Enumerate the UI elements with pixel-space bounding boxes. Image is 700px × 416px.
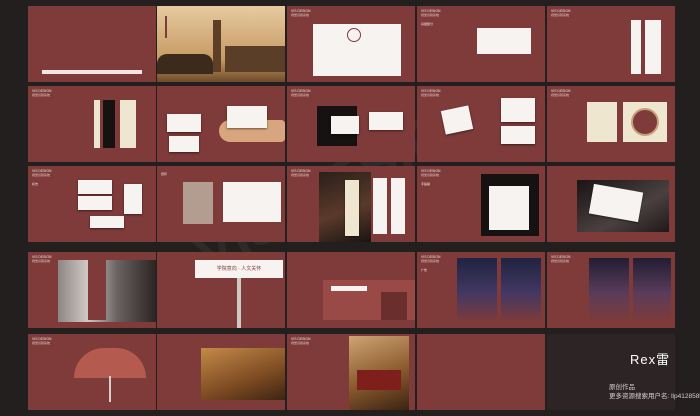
- board-cd-package: VIS DESIGN 视觉识别系统: [547, 86, 675, 162]
- cd-sleeve: [587, 102, 617, 142]
- board-code: VIS DESIGN 视觉识别系统: [291, 9, 311, 17]
- board-banners: VIS DESIGN 视觉识别系统: [287, 166, 415, 242]
- board-logo-grid: VIS DESIGN 视觉识别系统 基础部分: [417, 6, 545, 82]
- tower-image: [213, 20, 221, 72]
- board-code: VIS DESIGN 视觉识别系统: [551, 89, 571, 97]
- ticket: [124, 184, 142, 214]
- business-card: [227, 106, 267, 128]
- board-ads-2: VIS DESIGN 视觉识别系统: [547, 252, 675, 328]
- ticket: [90, 216, 124, 228]
- cover-title-text: [165, 16, 167, 38]
- board-cover: [28, 6, 156, 82]
- board-billboard: 学院意向 · 人文关怀: [157, 252, 285, 328]
- gift-box-inner: [357, 370, 401, 390]
- card-stack: [440, 105, 474, 135]
- trees-image: [157, 54, 213, 74]
- board-code: VIS DESIGN 视觉识别系统: [291, 337, 311, 345]
- board-color-bars: VIS DESIGN 视觉识别系统: [28, 86, 156, 162]
- ad-poster: [457, 258, 497, 322]
- umbrella-shaft: [109, 376, 111, 402]
- ticket: [78, 180, 112, 194]
- board-code: VIS DESIGN 视觉识别系统: [551, 255, 571, 263]
- envelope-white: [369, 112, 403, 130]
- business-card: [167, 114, 201, 132]
- color-bar: [94, 100, 100, 148]
- board-code: VIS DESIGN 视觉识别系统: [421, 9, 441, 17]
- footer-note-line: 原创作品: [609, 384, 635, 391]
- board-code: VIS DESIGN 视觉识别系统: [291, 169, 311, 177]
- board-tickets: VIS DESIGN 视觉识别系统 标志: [28, 166, 156, 242]
- footer-note: 原创作品 更多资源搜索用户名: llp412858569: [609, 384, 700, 402]
- color-bar: [120, 100, 136, 148]
- board-table-umbrella: [157, 334, 285, 410]
- board-gift-box: VIS DESIGN 视觉识别系统: [287, 334, 415, 410]
- board-ads: VIS DESIGN 视觉识别系统 广告: [417, 252, 545, 328]
- board-folder: [547, 166, 675, 242]
- board-umbrella: VIS DESIGN 视觉识别系统: [28, 334, 156, 410]
- board-end: [417, 334, 545, 410]
- emblem-icon: [347, 28, 361, 42]
- color-bar: [103, 100, 115, 148]
- cd-disc: [631, 108, 659, 136]
- section-label: 手提袋: [421, 182, 431, 186]
- storefront-sign: [331, 286, 367, 291]
- board-storefront: [287, 252, 415, 328]
- footer-note-line: 更多资源搜索用户名: llp412858569: [609, 392, 700, 400]
- board-campus-photo: [157, 6, 285, 82]
- section-label: 基础部分: [421, 22, 434, 26]
- letterhead: [501, 126, 535, 144]
- cup-spec: [223, 182, 281, 222]
- board-envelope: VIS DESIGN 视觉识别系统: [287, 86, 415, 162]
- storefront-door: [381, 292, 407, 320]
- board-cups: 纸杯: [157, 166, 285, 242]
- board-code: VIS DESIGN 视觉识别系统: [32, 337, 52, 345]
- envelope-white: [331, 116, 359, 134]
- ad-poster: [501, 258, 541, 322]
- billboard-slogan: 学院意向 · 人文关怀: [216, 266, 262, 272]
- ad-poster: [589, 258, 629, 322]
- board-code: VIS DESIGN 视觉识别系统: [32, 89, 52, 97]
- letterhead: [501, 98, 535, 122]
- board-stationery: VIS DESIGN 视觉识别系统: [417, 86, 545, 162]
- board-code: VIS DESIGN 视觉识别系统: [32, 169, 52, 177]
- sign-board: [88, 260, 106, 320]
- board-code: VIS DESIGN 视觉识别系统: [551, 9, 571, 17]
- ad-poster: [633, 258, 671, 322]
- shopping-bag: [489, 186, 529, 230]
- umbrella-canopy: [74, 348, 146, 378]
- banner: [345, 180, 359, 236]
- board-code: VIS DESIGN 视觉识别系统: [421, 169, 441, 177]
- color-chip: [645, 20, 661, 74]
- building-image: [225, 46, 285, 72]
- board-code: VIS DESIGN 视觉识别系统: [32, 255, 52, 263]
- section-label: 标志: [32, 182, 39, 186]
- patio-photo: [201, 348, 285, 400]
- banner: [391, 178, 405, 234]
- color-chip: [631, 20, 641, 74]
- board-code: VIS DESIGN 视觉识别系统: [421, 89, 441, 97]
- ticket: [78, 196, 112, 210]
- board-code: VIS DESIGN 视觉识别系统: [291, 89, 311, 97]
- banner: [373, 178, 387, 234]
- cup-photo: [183, 182, 213, 224]
- section-label: 广告: [421, 268, 428, 272]
- cover-strip: [42, 70, 142, 74]
- board-signage: VIS DESIGN 视觉识别系统: [28, 252, 156, 328]
- board-business-card-hand: [157, 86, 285, 162]
- board-shopping-bag: VIS DESIGN 视觉识别系统 手提袋: [417, 166, 545, 242]
- grid-card: [477, 28, 531, 54]
- business-card: [169, 136, 199, 152]
- signage-photo: [58, 260, 156, 322]
- billboard: 学院意向 · 人文关怀: [195, 260, 283, 278]
- board-color-spec: VIS DESIGN 视觉识别系统: [547, 6, 675, 82]
- billboard-pole: [237, 278, 241, 328]
- board-code: VIS DESIGN 视觉识别系统: [421, 255, 441, 263]
- board-standard-logo: VIS DESIGN 视觉识别系统: [287, 6, 415, 82]
- brand-signature: Rex雷: [630, 352, 671, 367]
- section-label: 纸杯: [161, 172, 168, 176]
